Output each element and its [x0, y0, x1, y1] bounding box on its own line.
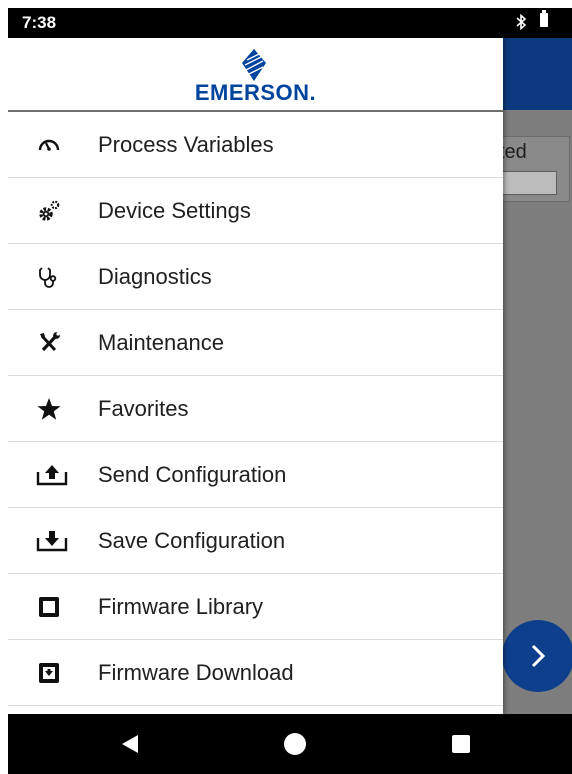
stethoscope-icon [36, 264, 62, 290]
menu-item-favorites[interactable]: Favorites [8, 376, 503, 442]
menu-item-process-variables[interactable]: Process Variables [8, 112, 503, 178]
chip-download-icon [36, 660, 62, 686]
background-field-input [497, 171, 557, 195]
gauge-icon [36, 132, 62, 158]
menu-item-label: Favorites [98, 396, 189, 421]
menu-item-firmware-download[interactable]: Firmware Download [8, 640, 503, 706]
menu-item-device-settings[interactable]: Device Settings [8, 178, 503, 244]
menu-item-send-configuration[interactable]: Send Configuration [8, 442, 503, 508]
status-time: 7:38 [22, 13, 57, 32]
menu-item-firmware-library[interactable]: Firmware Library [8, 574, 503, 640]
tools-icon [36, 330, 62, 356]
recents-button[interactable] [452, 735, 470, 753]
menu-item-label: Firmware Download [98, 660, 294, 685]
navigation-drawer: EMERSON. Process Variables Device Settin… [8, 38, 503, 714]
menu-item-label: Save Configuration [98, 528, 286, 553]
chip-icon [36, 594, 62, 620]
status-bar: 7:38 [8, 8, 572, 38]
menu-item-label: Device Settings [98, 198, 251, 223]
menu-item-label: Send Configuration [98, 462, 287, 487]
menu-item-label: Diagnostics [98, 264, 212, 289]
upload-tray-icon [36, 462, 68, 488]
drawer-header: EMERSON. [8, 38, 503, 112]
menu-item-maintenance[interactable]: Maintenance [8, 310, 503, 376]
menu-item-label: Process Variables [98, 132, 274, 157]
download-tray-icon [36, 528, 68, 554]
menu-item-label: Firmware Library [98, 594, 264, 619]
drawer-menu: Process Variables Device Settings Diagno… [8, 112, 503, 706]
emerson-logo-text: EMERSON. [194, 80, 317, 105]
gears-icon [36, 198, 62, 224]
bluetooth-icon [515, 13, 527, 35]
system-nav-bar [8, 714, 572, 774]
menu-item-save-configuration[interactable]: Save Configuration [8, 508, 503, 574]
device-screen: 7:38 ted EMERSON. Process Variables Devi… [8, 8, 572, 774]
next-button[interactable] [502, 620, 572, 692]
back-icon [122, 735, 138, 753]
background-field-text: ted [499, 141, 527, 163]
chevron-right-icon [531, 644, 546, 668]
star-icon [36, 396, 62, 422]
home-button[interactable] [284, 733, 306, 755]
menu-item-label: Maintenance [98, 330, 224, 355]
menu-item-diagnostics[interactable]: Diagnostics [8, 244, 503, 310]
back-button[interactable] [120, 733, 140, 760]
battery-icon [540, 10, 548, 27]
